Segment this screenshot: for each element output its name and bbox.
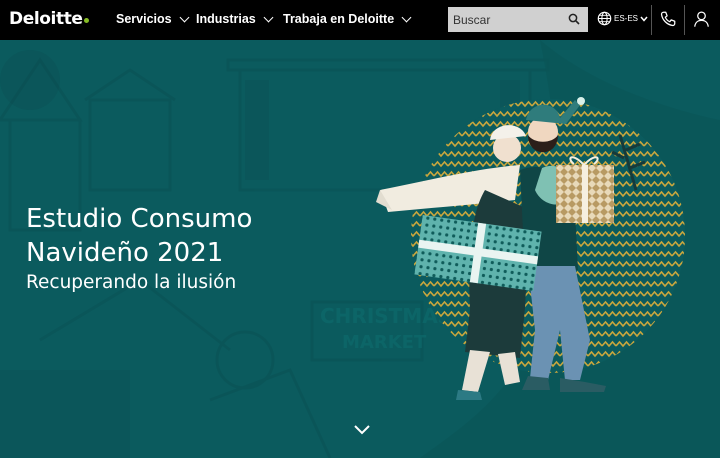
chevron-down-icon [401, 12, 412, 22]
nav-item-label: Industrias [196, 12, 256, 26]
hero-banner: CHRISTMAS MARKET Estudio Consumo Navideñ… [0, 40, 720, 458]
chevron-down-icon [263, 12, 274, 22]
deloitte-logo[interactable]: Deloitte [9, 9, 89, 29]
search-icon[interactable] [568, 13, 580, 25]
nav-item-servicios[interactable]: Servicios [116, 12, 190, 26]
top-navigation: Deloitte Servicios Industrias Trabaja en… [0, 0, 720, 40]
phone-icon[interactable] [659, 10, 677, 28]
hero-subtitle: Recuperando la ilusión [26, 272, 237, 293]
language-label: ES-ES [614, 14, 639, 23]
language-selector[interactable]: ES-ES [597, 11, 648, 26]
nav-item-trabaja[interactable]: Trabaja en Deloitte [283, 12, 412, 26]
globe-icon [597, 11, 612, 26]
hero-title: Estudio Consumo Navideño 2021 [26, 202, 252, 270]
chevron-down-icon[interactable] [353, 424, 371, 435]
search-box [448, 7, 588, 32]
hero-title-line2: Navideño 2021 [26, 238, 224, 268]
svg-text:MARKET: MARKET [342, 332, 427, 353]
chevron-down-icon [179, 12, 190, 22]
user-icon[interactable] [693, 10, 710, 28]
logo-green-dot [83, 18, 89, 23]
nav-item-industrias[interactable]: Industrias [196, 12, 274, 26]
nav-item-label: Servicios [116, 12, 172, 26]
search-input[interactable] [448, 7, 558, 32]
nav-item-label: Trabaja en Deloitte [283, 12, 395, 26]
nav-divider [651, 5, 652, 35]
nav-divider [684, 5, 685, 35]
chevron-down-icon [640, 16, 648, 22]
hero-title-line1: Estudio Consumo [26, 204, 253, 234]
